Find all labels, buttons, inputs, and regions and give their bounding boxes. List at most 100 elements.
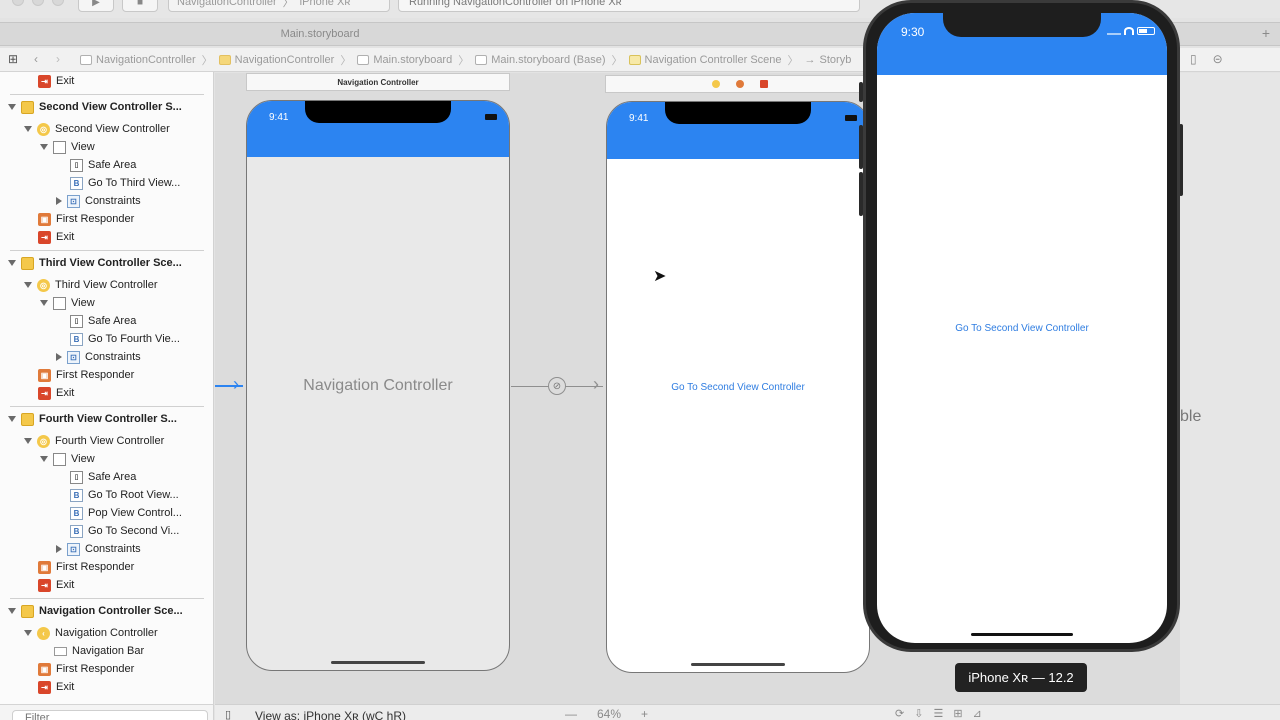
outline-item-third-scene[interactable]: Third View Controller Sce... bbox=[8, 254, 182, 272]
outline-item-safe-area[interactable]: ▯ Safe Area bbox=[70, 468, 136, 486]
disclosure-triangle-icon[interactable] bbox=[56, 353, 62, 361]
mouse-cursor-icon: ➤ bbox=[653, 268, 667, 285]
outline-item-first-responder[interactable]: ▣ First Responder bbox=[38, 660, 134, 678]
go-to-second-vc-button[interactable]: Go To Second View Controller bbox=[607, 382, 869, 393]
outline-item-constraints[interactable]: ⊡ Constraints bbox=[56, 540, 141, 558]
align-icon[interactable]: ☰ bbox=[933, 707, 943, 720]
simulator-go-to-second-button[interactable]: Go To Second View Controller bbox=[877, 323, 1167, 334]
disclosure-triangle-icon[interactable] bbox=[24, 282, 32, 288]
outline-item-fourth-scene[interactable]: Fourth View Controller S... bbox=[8, 410, 177, 428]
first-responder-icon[interactable] bbox=[736, 80, 744, 88]
disclosure-triangle-icon[interactable] bbox=[24, 438, 32, 444]
outline-item-view[interactable]: View bbox=[40, 138, 95, 156]
zoom-out-button[interactable]: — bbox=[565, 707, 577, 720]
view-controller-icon: ◎ bbox=[37, 122, 50, 136]
simulator-status-time: 9:30 bbox=[901, 25, 925, 39]
outline-item-third-vc[interactable]: ◎ Third View Controller bbox=[24, 276, 158, 294]
outline-item-exit[interactable]: ⇥ Exit bbox=[38, 384, 74, 402]
disclosure-triangle-icon[interactable] bbox=[24, 126, 32, 132]
outline-item-exit[interactable]: ⇥ Exit bbox=[38, 72, 74, 90]
add-tab-button[interactable]: + bbox=[1262, 25, 1270, 41]
disclosure-triangle-icon[interactable] bbox=[8, 416, 16, 422]
breadcrumb-storyboard[interactable]: Main.storyboard bbox=[357, 54, 452, 66]
toggle-outline-icon[interactable]: ▯ bbox=[225, 708, 231, 720]
outline-item-nav-bar[interactable]: Navigation Bar bbox=[54, 642, 144, 660]
outline-item-exit[interactable]: ⇥ Exit bbox=[38, 228, 74, 246]
stop-button[interactable]: ■ bbox=[122, 0, 158, 12]
disclosure-triangle-icon[interactable] bbox=[24, 630, 32, 636]
outline-item-fourth-vc[interactable]: ◎ Fourth View Controller bbox=[24, 432, 164, 450]
canvas-bottom-bar: ▯ View as: iPhone Xʀ (wC hR) — 64% + ⟳ ⇩… bbox=[215, 704, 1280, 720]
view-controller-icon[interactable] bbox=[712, 80, 720, 88]
zoom-window-button[interactable] bbox=[52, 0, 64, 6]
scheme-project-label: NavigationController bbox=[177, 0, 277, 8]
embed-in-stack-icon[interactable]: ⇩ bbox=[914, 707, 923, 720]
first-responder-icon: ▣ bbox=[38, 662, 51, 676]
minimize-window-button[interactable] bbox=[32, 0, 44, 6]
back-arrow-icon[interactable]: ‹ bbox=[34, 52, 38, 66]
outline-item-button[interactable]: B Pop View Control... bbox=[70, 504, 182, 522]
segue-icon[interactable]: ⊘ bbox=[548, 377, 566, 395]
resolve-issues-icon[interactable]: ⊿ bbox=[973, 707, 982, 720]
scene-icon bbox=[21, 256, 34, 270]
disclosure-triangle-icon[interactable] bbox=[40, 456, 48, 462]
outline-item-exit[interactable]: ⇥ Exit bbox=[38, 678, 74, 696]
zoom-level[interactable]: 64% bbox=[597, 707, 621, 720]
breadcrumb-group[interactable]: NavigationController bbox=[218, 54, 334, 66]
nav-controller-phone[interactable]: 9:41 Navigation Controller bbox=[246, 100, 510, 671]
breadcrumb-scene[interactable]: Navigation Controller Scene bbox=[628, 54, 782, 66]
add-constraints-icon[interactable]: ⊞ bbox=[953, 707, 962, 720]
disclosure-triangle-icon[interactable] bbox=[56, 197, 62, 205]
arrow-head-icon: › bbox=[593, 374, 599, 394]
close-window-button[interactable] bbox=[12, 0, 24, 6]
outline-item-safe-area[interactable]: ▯ Safe Area bbox=[70, 312, 136, 330]
tab-main-storyboard[interactable]: Main.storyboard bbox=[0, 23, 640, 45]
outline-item-first-responder[interactable]: ▣ First Responder bbox=[38, 366, 134, 384]
disclosure-triangle-icon[interactable] bbox=[8, 260, 16, 266]
scheme-selector[interactable]: NavigationController 〉 iPhone Xʀ bbox=[168, 0, 390, 12]
filter-input[interactable] bbox=[12, 710, 208, 720]
outline-item-nav-scene[interactable]: Navigation Controller Sce... bbox=[8, 602, 183, 620]
outline-item-exit[interactable]: ⇥ Exit bbox=[38, 576, 74, 594]
outline-item-safe-area[interactable]: ▯ Safe Area bbox=[70, 156, 136, 174]
disclosure-triangle-icon[interactable] bbox=[56, 545, 62, 553]
disclosure-triangle-icon[interactable] bbox=[40, 300, 48, 306]
history-icon[interactable]: ⊝ bbox=[1213, 52, 1223, 66]
nav-scene-title-bar[interactable]: Navigation Controller bbox=[246, 73, 510, 91]
zoom-in-button[interactable]: + bbox=[641, 707, 648, 720]
breadcrumb-storyboard-base[interactable]: Main.storyboard (Base) bbox=[475, 54, 606, 66]
breadcrumb-entry[interactable]: → Storyb bbox=[805, 54, 852, 66]
update-frames-icon[interactable]: ⟳ bbox=[895, 707, 904, 720]
root-scene-title-bar[interactable] bbox=[605, 75, 875, 93]
disclosure-triangle-icon[interactable] bbox=[40, 144, 48, 150]
outline-item-second-vc[interactable]: ◎ Second View Controller bbox=[24, 120, 170, 138]
outline-item-first-responder[interactable]: ▣ First Responder bbox=[38, 210, 134, 228]
first-responder-icon: ▣ bbox=[38, 560, 51, 574]
forward-arrow-icon[interactable]: › bbox=[56, 52, 60, 66]
document-outline: ⇥ Exit Second View Controller S... ◎ Secon… bbox=[0, 72, 214, 704]
file-inspector-icon[interactable]: ▯ bbox=[1190, 52, 1197, 66]
disclosure-triangle-icon[interactable] bbox=[8, 104, 16, 110]
outline-item-first-responder[interactable]: ▣ First Responder bbox=[38, 558, 134, 576]
run-button[interactable]: ▶ bbox=[78, 0, 114, 12]
home-indicator[interactable] bbox=[971, 633, 1073, 636]
project-icon bbox=[80, 55, 92, 65]
outline-item-view[interactable]: View bbox=[40, 294, 95, 312]
outline-item-button[interactable]: B Go To Fourth Vie... bbox=[70, 330, 180, 348]
outline-item-button[interactable]: B Go To Root View... bbox=[70, 486, 179, 504]
view-icon bbox=[53, 140, 66, 154]
outline-item-button[interactable]: B Go To Second Vi... bbox=[70, 522, 179, 540]
view-as-selector[interactable]: View as: iPhone Xʀ (wC hR) bbox=[255, 709, 406, 720]
outline-item-view[interactable]: View bbox=[40, 450, 95, 468]
breadcrumb-project[interactable]: NavigationController bbox=[80, 54, 196, 66]
related-items-icon[interactable]: ⊞ bbox=[8, 52, 18, 66]
outline-item-second-scene[interactable]: Second View Controller S... bbox=[8, 98, 182, 116]
outline-item-constraints[interactable]: ⊡ Constraints bbox=[56, 348, 141, 366]
exit-icon[interactable] bbox=[760, 80, 768, 88]
outline-item-nav-controller[interactable]: ‹ Navigation Controller bbox=[24, 624, 158, 642]
root-view-controller-phone[interactable]: 9:41 Go To Second View Controller bbox=[606, 101, 870, 673]
disclosure-triangle-icon[interactable] bbox=[8, 608, 16, 614]
outline-item-button[interactable]: B Go To Third View... bbox=[70, 174, 180, 192]
simulator-screen[interactable]: 9:30 Go To Second View Controller bbox=[877, 13, 1167, 643]
outline-item-constraints[interactable]: ⊡ Constraints bbox=[56, 192, 141, 210]
